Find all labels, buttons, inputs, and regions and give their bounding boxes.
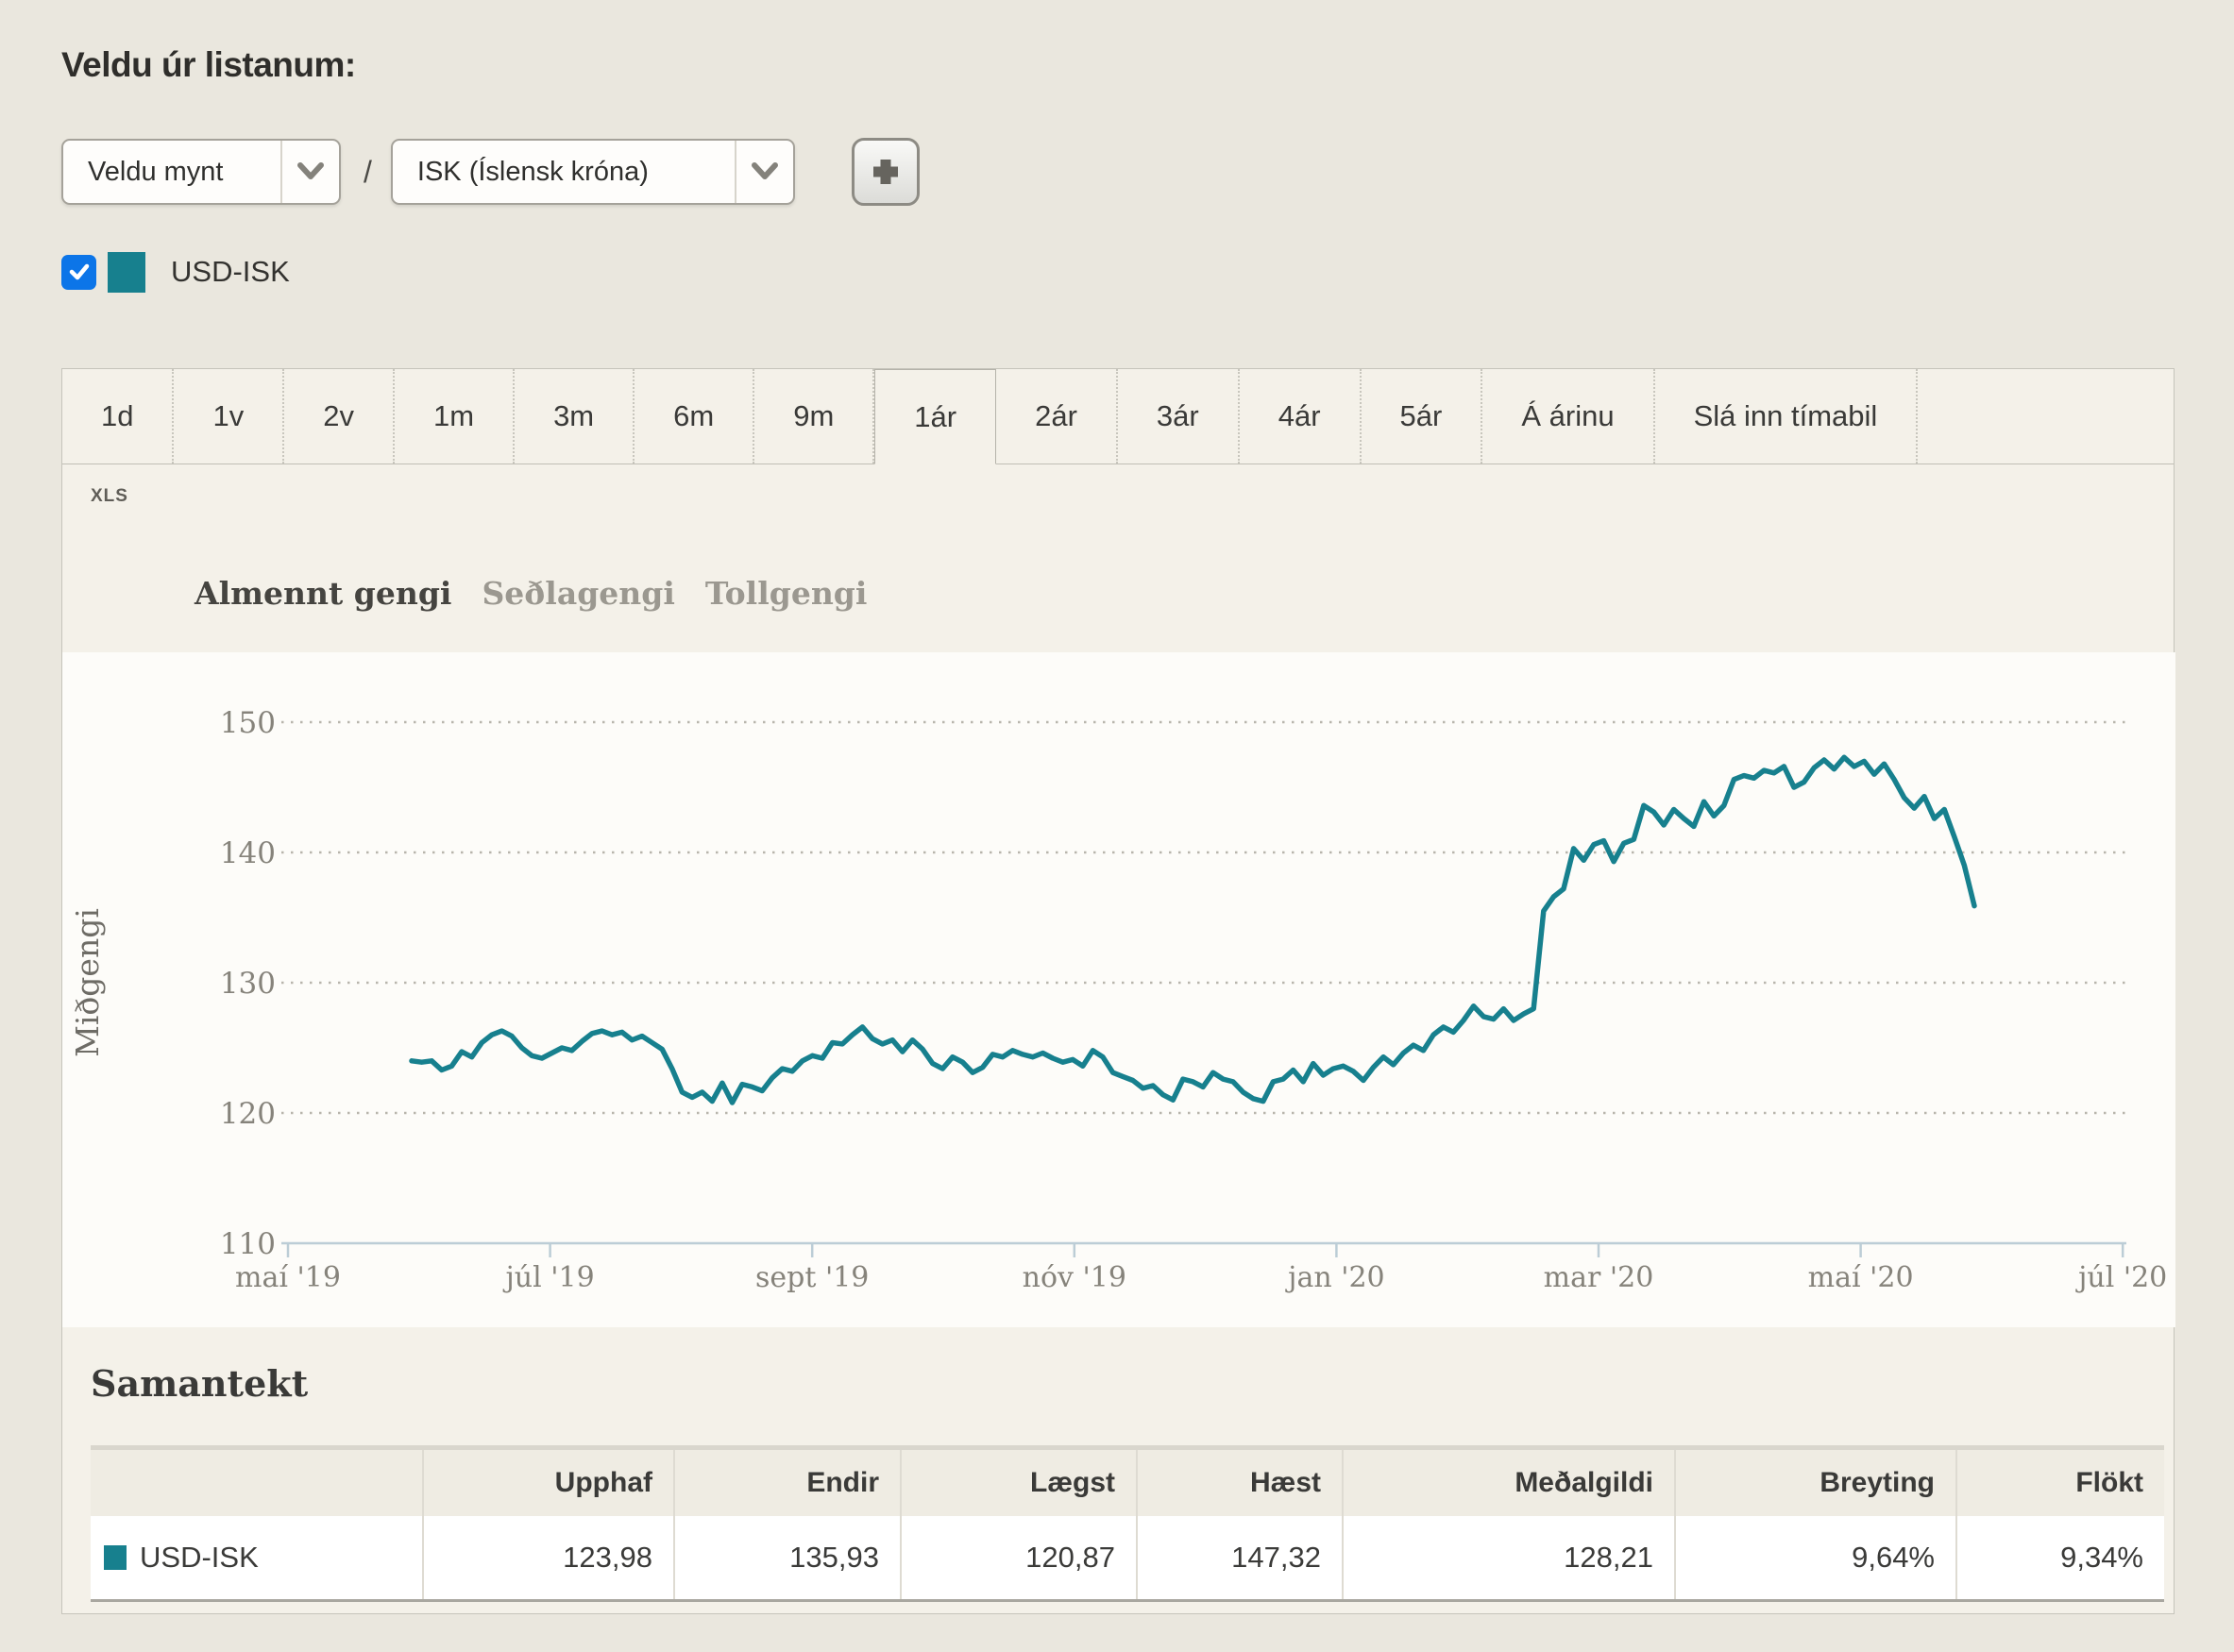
series-checkbox[interactable] xyxy=(61,255,96,290)
y-tick-label: 120 xyxy=(220,1097,276,1131)
rate-type-3[interactable]: Tollgengi xyxy=(705,575,868,612)
series-label: USD-ISK xyxy=(171,255,290,289)
row-series-name: USD-ISK xyxy=(91,1516,423,1601)
range-tab-slá-inn-tímabil[interactable]: Slá inn tímabil xyxy=(1655,369,1919,464)
currency-chart-page: Veldu úr listanum: Veldu mynt / ISK (Ísl… xyxy=(0,0,2234,1652)
range-tab-1d[interactable]: 1d xyxy=(62,369,174,464)
table-row: USD-ISK123,98135,93120,87147,32128,219,6… xyxy=(91,1516,2164,1601)
col-header-meðalgildi: Meðalgildi xyxy=(1343,1448,1675,1517)
rate-type-1[interactable]: Almennt gengi xyxy=(195,575,451,612)
summary-table: UpphafEndirLægstHæstMeðalgildiBreytingFl… xyxy=(91,1445,2164,1602)
range-tab-3ár[interactable]: 3ár xyxy=(1118,369,1240,464)
range-tab-3m[interactable]: 3m xyxy=(515,369,635,464)
range-tab-4ár[interactable]: 4ár xyxy=(1240,369,1362,464)
cell-hæst: 147,32 xyxy=(1137,1516,1343,1601)
currency-selector-row: Veldu mynt / ISK (Íslensk króna) xyxy=(61,138,920,206)
cell-flökt: 9,34% xyxy=(1956,1516,2164,1601)
cell-breyting: 9,64% xyxy=(1675,1516,1956,1601)
col-header-upphaf: Upphaf xyxy=(423,1448,674,1517)
currency-to-value: ISK (Íslensk króna) xyxy=(393,157,735,188)
y-tick-label: 150 xyxy=(220,706,276,740)
currency-from-value: Veldu mynt xyxy=(63,157,280,188)
series-toggle-row: USD-ISK xyxy=(61,251,290,293)
col-header-breyting: Breyting xyxy=(1675,1448,1956,1517)
cell-endir: 135,93 xyxy=(674,1516,901,1601)
checkmark-icon xyxy=(67,260,92,284)
rate-type-nav: Almennt gengi Seðlagengi Tollgengi xyxy=(195,575,867,612)
currency-to-select[interactable]: ISK (Íslensk króna) xyxy=(391,139,795,205)
y-axis-title: Miðgengi xyxy=(69,908,106,1057)
page-title: Veldu úr listanum: xyxy=(61,45,356,85)
range-tab-2ár[interactable]: 2ár xyxy=(996,369,1118,464)
currency-pair-separator: / xyxy=(364,155,372,190)
col-header-endir: Endir xyxy=(674,1448,901,1517)
cell-upphaf: 123,98 xyxy=(423,1516,674,1601)
x-tick-label: maí '19 xyxy=(235,1261,341,1294)
y-tick-label: 140 xyxy=(220,836,276,870)
x-tick-label: sept '19 xyxy=(755,1261,869,1294)
rate-type-2[interactable]: Seðlagengi xyxy=(482,575,674,612)
currency-from-select[interactable]: Veldu mynt xyxy=(61,139,341,205)
chart-panel: 1d1v2v1m3m6m9m1ár2ár3ár4ár5árÁ árinuSlá … xyxy=(61,368,2175,1614)
add-series-button[interactable] xyxy=(852,138,920,206)
x-tick-label: nóv '19 xyxy=(1023,1261,1126,1294)
range-tab-1v[interactable]: 1v xyxy=(174,369,284,464)
x-tick-label: mar '20 xyxy=(1544,1261,1654,1294)
range-tab-9m[interactable]: 9m xyxy=(754,369,874,464)
cell-meðalgildi: 128,21 xyxy=(1343,1516,1675,1601)
col-header-flökt: Flökt xyxy=(1956,1448,2164,1517)
plus-icon xyxy=(867,153,905,191)
series-color-swatch xyxy=(108,252,145,293)
xls-download-link[interactable]: XLS xyxy=(91,486,128,507)
y-tick-label: 130 xyxy=(220,967,276,1001)
x-tick-label: maí '20 xyxy=(1808,1261,1914,1294)
y-tick-label: 110 xyxy=(220,1227,276,1261)
range-tab-á-árinu[interactable]: Á árinu xyxy=(1482,369,1654,464)
range-tab-1m[interactable]: 1m xyxy=(395,369,515,464)
cell-lægst: 120,87 xyxy=(901,1516,1137,1601)
chevron-down-icon xyxy=(735,141,793,203)
summary-heading: Samantekt xyxy=(91,1362,308,1405)
range-tab-6m[interactable]: 6m xyxy=(635,369,754,464)
x-tick-label: jan '20 xyxy=(1285,1261,1384,1294)
col-header-lægst: Lægst xyxy=(901,1448,1137,1517)
col-header-hæst: Hæst xyxy=(1137,1448,1343,1517)
range-tab-5ár[interactable]: 5ár xyxy=(1362,369,1483,464)
col-header-empty xyxy=(91,1448,423,1517)
range-tabbar: 1d1v2v1m3m6m9m1ár2ár3ár4ár5árÁ árinuSlá … xyxy=(62,369,2174,464)
line-chart: 150 140 130 120 110maí '19 júl '19 sept '19 nóv… xyxy=(62,652,2175,1327)
x-tick-label: júl '19 xyxy=(503,1261,595,1294)
range-tab-1ár[interactable]: 1ár xyxy=(874,369,996,464)
x-tick-label: júl '20 xyxy=(2075,1261,2167,1294)
chevron-down-icon xyxy=(280,141,339,203)
row-color-swatch xyxy=(104,1545,127,1570)
range-tab-2v[interactable]: 2v xyxy=(284,369,395,464)
